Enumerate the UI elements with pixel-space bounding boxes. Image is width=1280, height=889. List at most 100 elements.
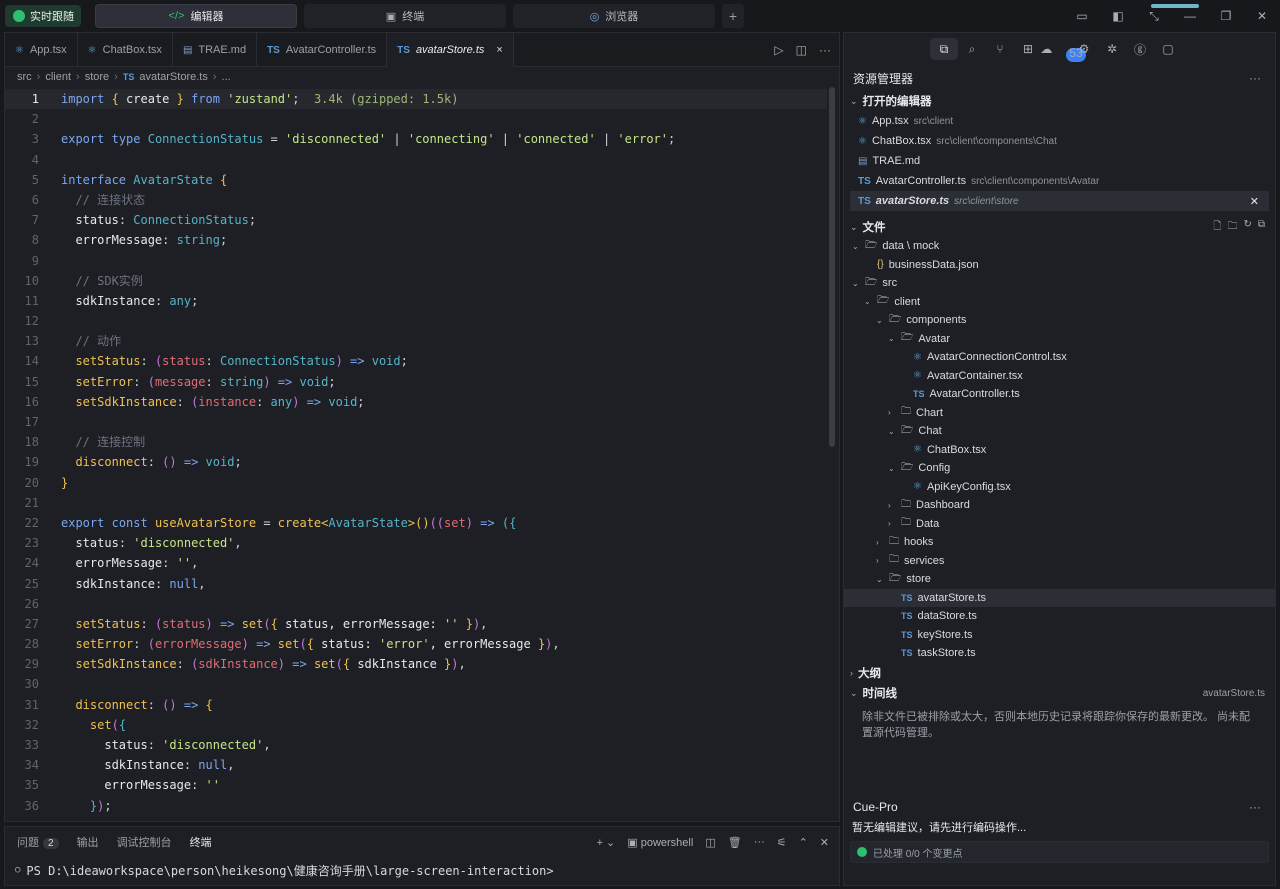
new-terminal-icon[interactable]: + ⌄: [597, 836, 616, 849]
source-control-icon[interactable]: ⑂: [986, 42, 1014, 56]
maximize-panel-icon[interactable]: ⌃: [799, 836, 808, 849]
new-folder-icon[interactable]: 🗀: [1227, 219, 1237, 236]
tree-item[interactable]: TS dataStore.ts: [844, 607, 1275, 626]
code-line[interactable]: 13 // 动作: [5, 331, 827, 351]
code-line[interactable]: 24 errorMessage: '',: [5, 553, 827, 573]
trash-icon[interactable]: 🗑: [728, 836, 742, 849]
debug-icon[interactable]: ✲: [1098, 42, 1126, 56]
code-line[interactable]: 32 set({: [5, 715, 827, 735]
open-editor-item[interactable]: ⚛ App.tsx src\client: [844, 111, 1275, 131]
close-icon[interactable]: ✕: [1250, 195, 1259, 208]
tree-item[interactable]: ⌄ 🗁 Chat: [844, 422, 1275, 441]
tree-item[interactable]: ⚛ AvatarConnectionControl.tsx: [844, 348, 1275, 367]
split-editor-icon[interactable]: ◫: [796, 43, 807, 57]
add-tab-button[interactable]: +: [722, 4, 744, 28]
open-editors-header[interactable]: ⌄ 打开的编辑器: [844, 91, 1275, 111]
shell-selector[interactable]: ▣ powershell: [627, 836, 693, 849]
editor-tab-chatbox[interactable]: ⚛ ChatBox.tsx: [78, 33, 173, 67]
tree-item[interactable]: ⚛ ApiKeyConfig.tsx: [844, 478, 1275, 497]
editor-tab-trae[interactable]: ▤ TRAE.md: [173, 33, 258, 67]
collapse-icon[interactable]: ⤡: [1136, 9, 1172, 24]
code-line[interactable]: 16 setSdkInstance: (instance: any) => vo…: [5, 392, 827, 412]
code-line[interactable]: 22 export const useAvatarStore = create<A…: [5, 513, 827, 533]
breadcrumb-src[interactable]: src: [17, 71, 32, 83]
code-line[interactable]: 15 setError: (message: string) => void;: [5, 372, 827, 392]
open-editor-item[interactable]: TS AvatarController.ts src\client\componen…: [844, 171, 1275, 191]
code-line[interactable]: 28 setError: (errorMessage) => set({ sta…: [5, 634, 827, 654]
code-line[interactable]: 35 errorMessage: '': [5, 775, 827, 795]
git-graph-icon[interactable]: ⓖ: [1126, 41, 1154, 58]
tree-item[interactable]: › 🗀 hooks: [844, 533, 1275, 552]
terminal-output[interactable]: ○ PS D:\ideaworkspace\person\heikesong\健…: [5, 857, 839, 883]
panel-tab-output[interactable]: 输出: [77, 834, 99, 850]
breadcrumb-store[interactable]: store: [85, 71, 109, 83]
code-line[interactable]: 34 sdkInstance: null,: [5, 755, 827, 775]
refresh-icon[interactable]: ↻: [1243, 219, 1251, 236]
code-editor[interactable]: 1 import { create } from 'zustand'; 3.4k …: [5, 89, 827, 823]
maximize-icon[interactable]: ❐: [1208, 9, 1244, 23]
files-header[interactable]: ⌄ 文件 🗋 🗀 ↻ ⧉: [844, 217, 1275, 237]
code-line[interactable]: 4: [5, 150, 827, 170]
timeline-header[interactable]: ⌄ 时间线 avatarStore.ts: [844, 683, 1275, 703]
panel-tab-debug-console[interactable]: 调试控制台: [117, 834, 172, 850]
code-line[interactable]: 3 export type ConnectionStatus = 'disconn…: [5, 129, 827, 149]
code-line[interactable]: 31 disconnect: () => {: [5, 695, 827, 715]
editor-tab-avatarcontroller[interactable]: TS AvatarController.ts: [257, 33, 388, 67]
tree-item[interactable]: ⌄ 🗁 Config: [844, 459, 1275, 478]
tree-item[interactable]: ⌄ 🗁 components: [844, 311, 1275, 330]
code-line[interactable]: 1 import { create } from 'zustand'; 3.4k …: [5, 89, 827, 110]
tree-item[interactable]: TS taskStore.ts: [844, 644, 1275, 663]
code-line[interactable]: 10 // SDK实例: [5, 271, 827, 291]
code-line[interactable]: 17: [5, 412, 827, 432]
code-line[interactable]: 36 });: [5, 796, 827, 816]
tree-item[interactable]: › 🗀 Data: [844, 515, 1275, 534]
vertical-scrollbar[interactable]: [829, 87, 835, 447]
more-icon[interactable]: ···: [754, 836, 765, 848]
tree-item[interactable]: TS keyStore.ts: [844, 626, 1275, 645]
tab-editor[interactable]: </> 编辑器: [95, 4, 297, 28]
search-icon[interactable]: ⌕: [958, 42, 986, 57]
tree-item[interactable]: TS avatarStore.ts: [844, 588, 1275, 607]
code-line[interactable]: 26: [5, 594, 827, 614]
breadcrumb-symbol[interactable]: ...: [222, 71, 231, 83]
settings-icon[interactable]: ⚙: [1070, 42, 1098, 56]
tree-item[interactable]: ⌄ 🗁 data \ mock: [844, 237, 1275, 256]
collapse-all-icon[interactable]: ⧉: [1258, 219, 1265, 236]
code-line[interactable]: 7 status: ConnectionStatus;: [5, 210, 827, 230]
panel-tab-problems[interactable]: 问题 2: [17, 834, 59, 850]
code-line[interactable]: 2: [5, 109, 827, 129]
code-line[interactable]: 27 setStatus: (status) => set({ status, …: [5, 614, 827, 634]
tree-item[interactable]: ⌄ 🗁 store: [844, 570, 1275, 589]
tree-item[interactable]: › 🗀 Dashboard: [844, 496, 1275, 515]
code-line[interactable]: 9: [5, 251, 827, 271]
more-icon[interactable]: ···: [1249, 71, 1261, 85]
tab-browser[interactable]: ◎ 浏览器: [513, 4, 715, 28]
open-editor-item-active[interactable]: TS avatarStore.ts src\client\store ✕: [850, 191, 1269, 211]
layout-side-icon[interactable]: ◧: [1100, 9, 1136, 23]
tree-item[interactable]: › 🗀 Chart: [844, 404, 1275, 423]
cloud-icon[interactable]: ☁ 53: [1040, 42, 1086, 62]
editor-tab-avatarstore[interactable]: TS avatarStore.ts ×: [387, 33, 514, 68]
close-tab-icon[interactable]: ×: [496, 44, 502, 56]
new-file-icon[interactable]: 🗋: [1213, 219, 1221, 236]
code-line[interactable]: 21: [5, 493, 827, 513]
code-line[interactable]: 11 sdkInstance: any;: [5, 291, 827, 311]
extensions-icon[interactable]: ⊞: [1014, 42, 1042, 56]
code-line[interactable]: 25 sdkInstance: null,: [5, 574, 827, 594]
run-icon[interactable]: ▷: [774, 43, 783, 57]
tab-terminal[interactable]: ▣ 终端: [304, 4, 506, 28]
code-line[interactable]: 6 // 连接状态: [5, 190, 827, 210]
code-line[interactable]: 30: [5, 674, 827, 694]
tree-item[interactable]: ⚛ AvatarContainer.tsx: [844, 367, 1275, 386]
editor-tab-app[interactable]: ⚛ App.tsx: [5, 33, 78, 67]
code-line[interactable]: 19 disconnect: () => void;: [5, 452, 827, 472]
code-line[interactable]: 33 status: 'disconnected',: [5, 735, 827, 755]
tree-item[interactable]: {} businessData.json: [844, 256, 1275, 275]
code-line[interactable]: 5 interface AvatarState {: [5, 170, 827, 190]
more-icon[interactable]: ···: [1249, 800, 1261, 814]
tree-item[interactable]: ⌄ 🗁 src: [844, 274, 1275, 293]
settings-sliders-icon[interactable]: ⚟: [777, 836, 787, 849]
close-icon[interactable]: ✕: [1244, 9, 1280, 23]
close-panel-icon[interactable]: ✕: [820, 836, 829, 849]
outline-header[interactable]: › 大纲: [844, 663, 1275, 683]
